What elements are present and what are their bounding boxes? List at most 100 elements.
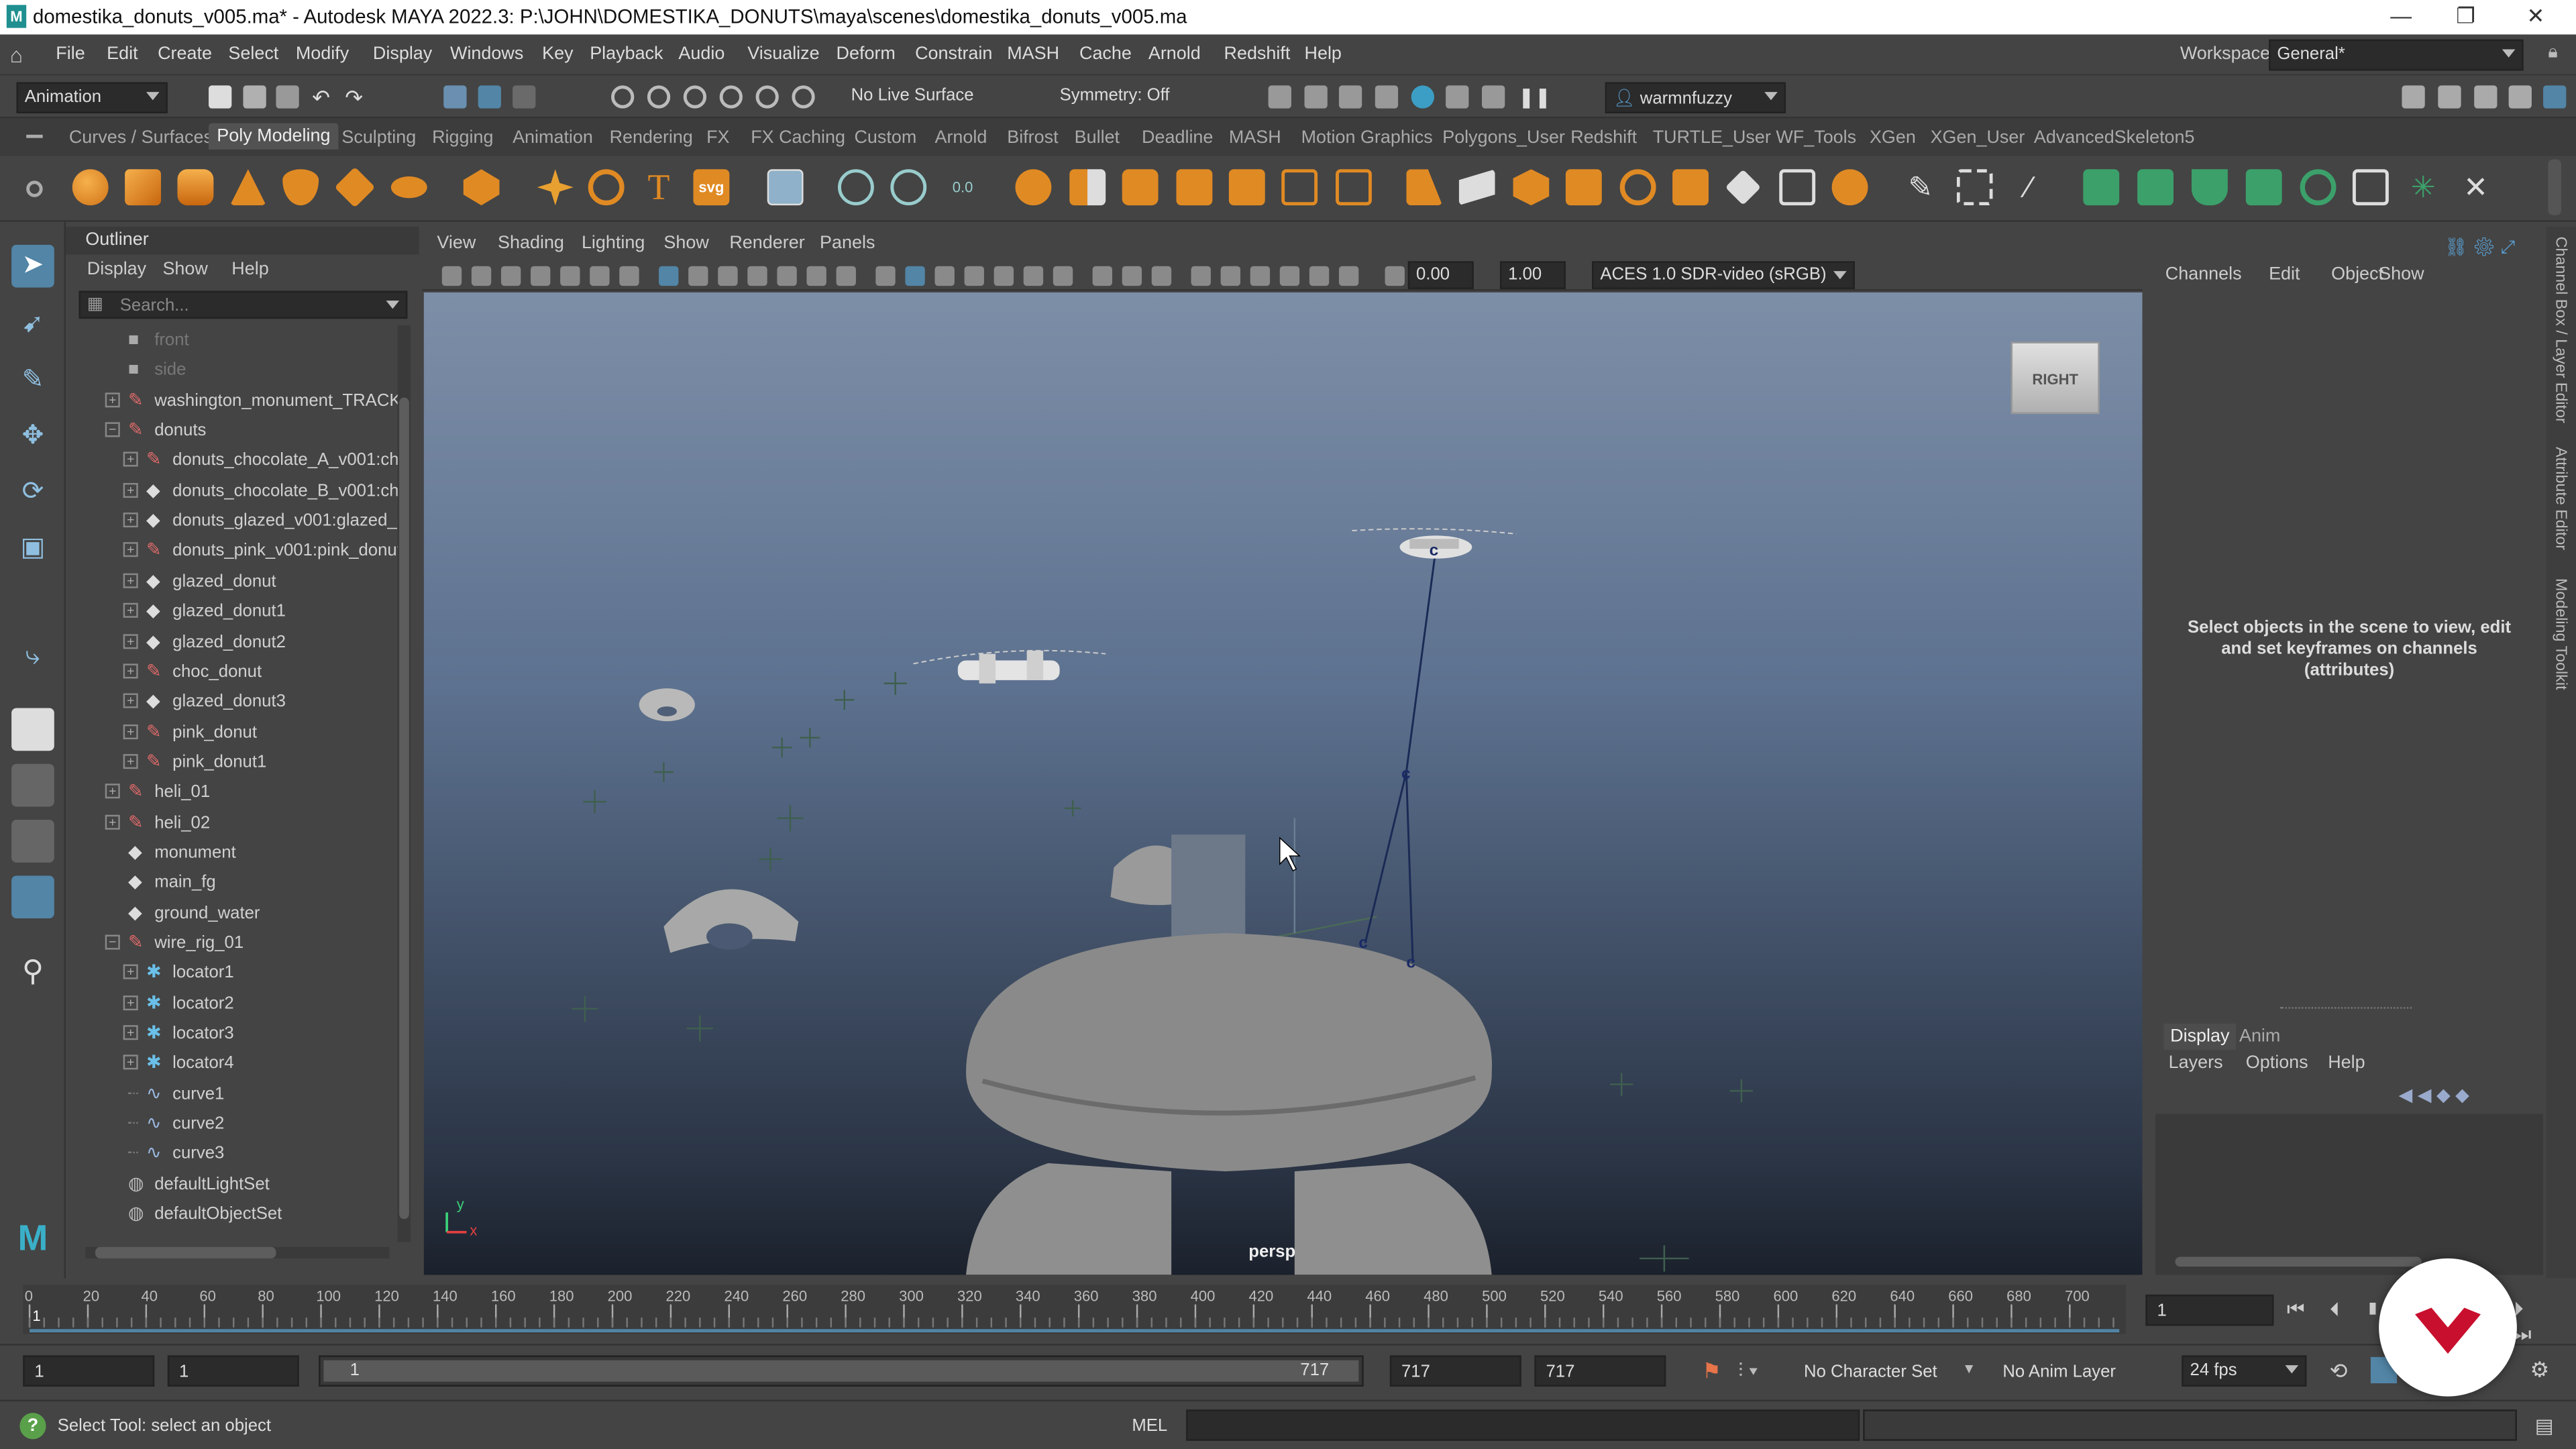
expand-icon[interactable]: + [123,482,138,498]
outliner-item-glazed-donut3[interactable]: + ◆ glazed_donut3 [66,687,402,716]
outliner-item-washington-monument-track-v[interactable]: + ✎ washington_monument_TRACK_v [66,386,402,415]
outliner-hscroll[interactable] [85,1246,390,1258]
viewport-tool-icon[interactable] [1151,266,1172,286]
layout-outliner-icon[interactable] [11,875,54,918]
panel-divider[interactable] [2280,1007,2412,1009]
poly-torus-icon[interactable] [282,169,319,206]
shelf-tab-sculpting[interactable]: Sculpting [341,128,416,148]
outliner-item-monument[interactable]: ◆ monument [66,838,402,867]
auto-key-icon[interactable]: ⚑ [1702,1358,1721,1385]
menu-select[interactable]: Select [228,44,278,64]
separate-icon[interactable] [1069,169,1106,206]
render-view-icon[interactable] [1375,85,1399,109]
viewport-tool-icon[interactable] [441,266,462,286]
viewport-tool-icon[interactable] [934,266,955,286]
layer-tab-anim[interactable]: Anim [2233,1024,2287,1050]
smooth-icon[interactable] [1122,169,1159,206]
select-object-icon[interactable] [478,85,501,109]
viewport-tool-icon[interactable] [1092,266,1112,286]
viewport-tool-icon[interactable] [619,266,639,286]
viewport-tool-icon[interactable] [500,266,521,286]
menu-redshift[interactable]: Redshift [1224,44,1291,64]
menuset-dropdown[interactable]: Animation [16,82,168,113]
outliner-item-locator2[interactable]: + ✱ locator2 [66,989,402,1018]
outliner-item-curve3[interactable]: ∿ curve3 [66,1139,402,1169]
snap-curve-icon[interactable] [647,85,671,109]
uv-rotate-icon[interactable] [2300,169,2337,206]
outliner-item-donuts-chocolate-b-v001-choco[interactable]: + ◆ donuts_chocolate_B_v001:choco [66,476,402,506]
viewport-tool-icon[interactable] [806,266,826,286]
uv-layout-icon[interactable] [2083,169,2120,206]
uv-planar-icon[interactable] [890,169,927,206]
expand-icon[interactable]: + [123,603,138,619]
outliner-item-donuts-pink-v001-pink-donut[interactable]: + ✎ donuts_pink_v001:pink_donut [66,536,402,566]
playback-controls[interactable]: ⏮ ⏴ ▮ [2287,1298,2390,1323]
modeling-toolkit-icon[interactable] [2402,85,2425,109]
gamma-field[interactable]: 1.00 [1499,261,1566,290]
redo-icon[interactable]: ↷ [345,85,368,110]
shelf-tab-advancedskeleton5[interactable]: AdvancedSkeleton5 [2034,128,2195,148]
viewport-tool-icon[interactable] [531,266,551,286]
outliner-item-pink-donut1[interactable]: + ✎ pink_donut1 [66,747,402,777]
poly-cylinder-icon[interactable] [177,169,214,206]
open-scene-icon[interactable] [243,85,266,109]
outliner-search[interactable]: ▦ Search... [78,290,408,319]
menu-help[interactable]: Help [1305,44,1342,64]
expand-icon[interactable]: + [123,663,138,679]
boolean-icon[interactable] [1672,169,1709,206]
collapse-icon[interactable]: − [105,934,120,950]
menu-visualize[interactable]: Visualize [747,44,819,64]
viewport-tool-icon[interactable] [560,266,580,286]
shelf-tab-redshift[interactable]: Redshift [1570,128,1637,148]
outliner-item-glazed-donut1[interactable]: + ◆ glazed_donut1 [66,596,402,626]
current-frame-marker[interactable]: 1 [32,1307,40,1324]
layer-menu-help[interactable]: Help [2328,1053,2365,1073]
channel-menu-show[interactable]: Show [2379,264,2424,284]
channel-menu-channels[interactable]: Channels [2165,264,2242,284]
viewport-tool-icon[interactable] [471,266,492,286]
shelf-tab-polygons-user[interactable]: Polygons_User [1442,128,1565,148]
viewport-tool-icon[interactable] [1385,266,1405,286]
outliner-item-defaultlightset[interactable]: ◍ defaultLightSet [66,1169,402,1199]
viewport-menu-shading[interactable]: Shading [498,233,564,253]
shelf-tab-bifrost[interactable]: Bifrost [1007,128,1058,148]
outliner-vscroll[interactable] [397,325,411,1242]
expand-icon[interactable]: + [123,633,138,649]
menu-deform[interactable]: Deform [837,44,896,64]
loop-icon[interactable]: ⟲ [2330,1358,2348,1385]
snap-surface-icon[interactable] [755,85,779,109]
redshift-ipr-icon[interactable] [1481,85,1505,109]
restore-icon[interactable]: ❐ [2456,3,2475,30]
uv-straighten-icon[interactable]: ✕ [2458,169,2494,205]
target-weld-icon[interactable] [1458,169,1495,206]
layer-menu-options[interactable]: Options [2246,1053,2308,1073]
menu-playback[interactable]: Playback [590,44,663,64]
lasso-tool-icon[interactable]: ➹ [11,304,54,347]
save-scene-icon[interactable] [276,85,299,109]
shelf-tab-fx-caching[interactable]: FX Caching [751,128,845,148]
workspace-dropdown[interactable]: General* [2269,39,2524,71]
render-frame-icon[interactable] [1304,85,1328,109]
layer-buttons-icon[interactable]: ◀ ◀ ◆ ◆ [2399,1084,2469,1106]
character-controls-icon[interactable] [2438,85,2461,109]
combine-icon[interactable] [1015,169,1052,206]
expand-icon[interactable]: + [105,784,120,799]
shelf-tab-deadline[interactable]: Deadline [1142,128,1213,148]
outliner-item-curve1[interactable]: ∿ curve1 [66,1079,402,1108]
uv-auto-icon[interactable]: 0.0 [945,169,981,205]
show-manipulator-icon[interactable]: ⤷ [11,636,54,679]
viewport-tool-icon[interactable] [1220,266,1240,286]
attribute-editor-icon[interactable] [2474,85,2498,109]
uv-sew-icon[interactable] [2245,169,2282,206]
poly-cube-icon[interactable] [125,169,162,206]
playback-end-field[interactable]: 717 [1389,1355,1521,1387]
viewport-tool-icon[interactable] [1338,266,1359,286]
lock-icon[interactable]: 🔒︎ [2548,43,2557,64]
viewcube[interactable]: RIGHT [2010,341,2100,415]
viewport-tool-icon[interactable] [1309,266,1330,286]
viewport-tool-icon[interactable] [1053,266,1073,286]
uv-grid-icon[interactable] [2352,169,2389,206]
viewport-tool-icon[interactable] [964,266,984,286]
layer-menu-layers[interactable]: Layers [2169,1053,2223,1073]
uv-shell-icon[interactable]: ✳ [2405,169,2441,205]
